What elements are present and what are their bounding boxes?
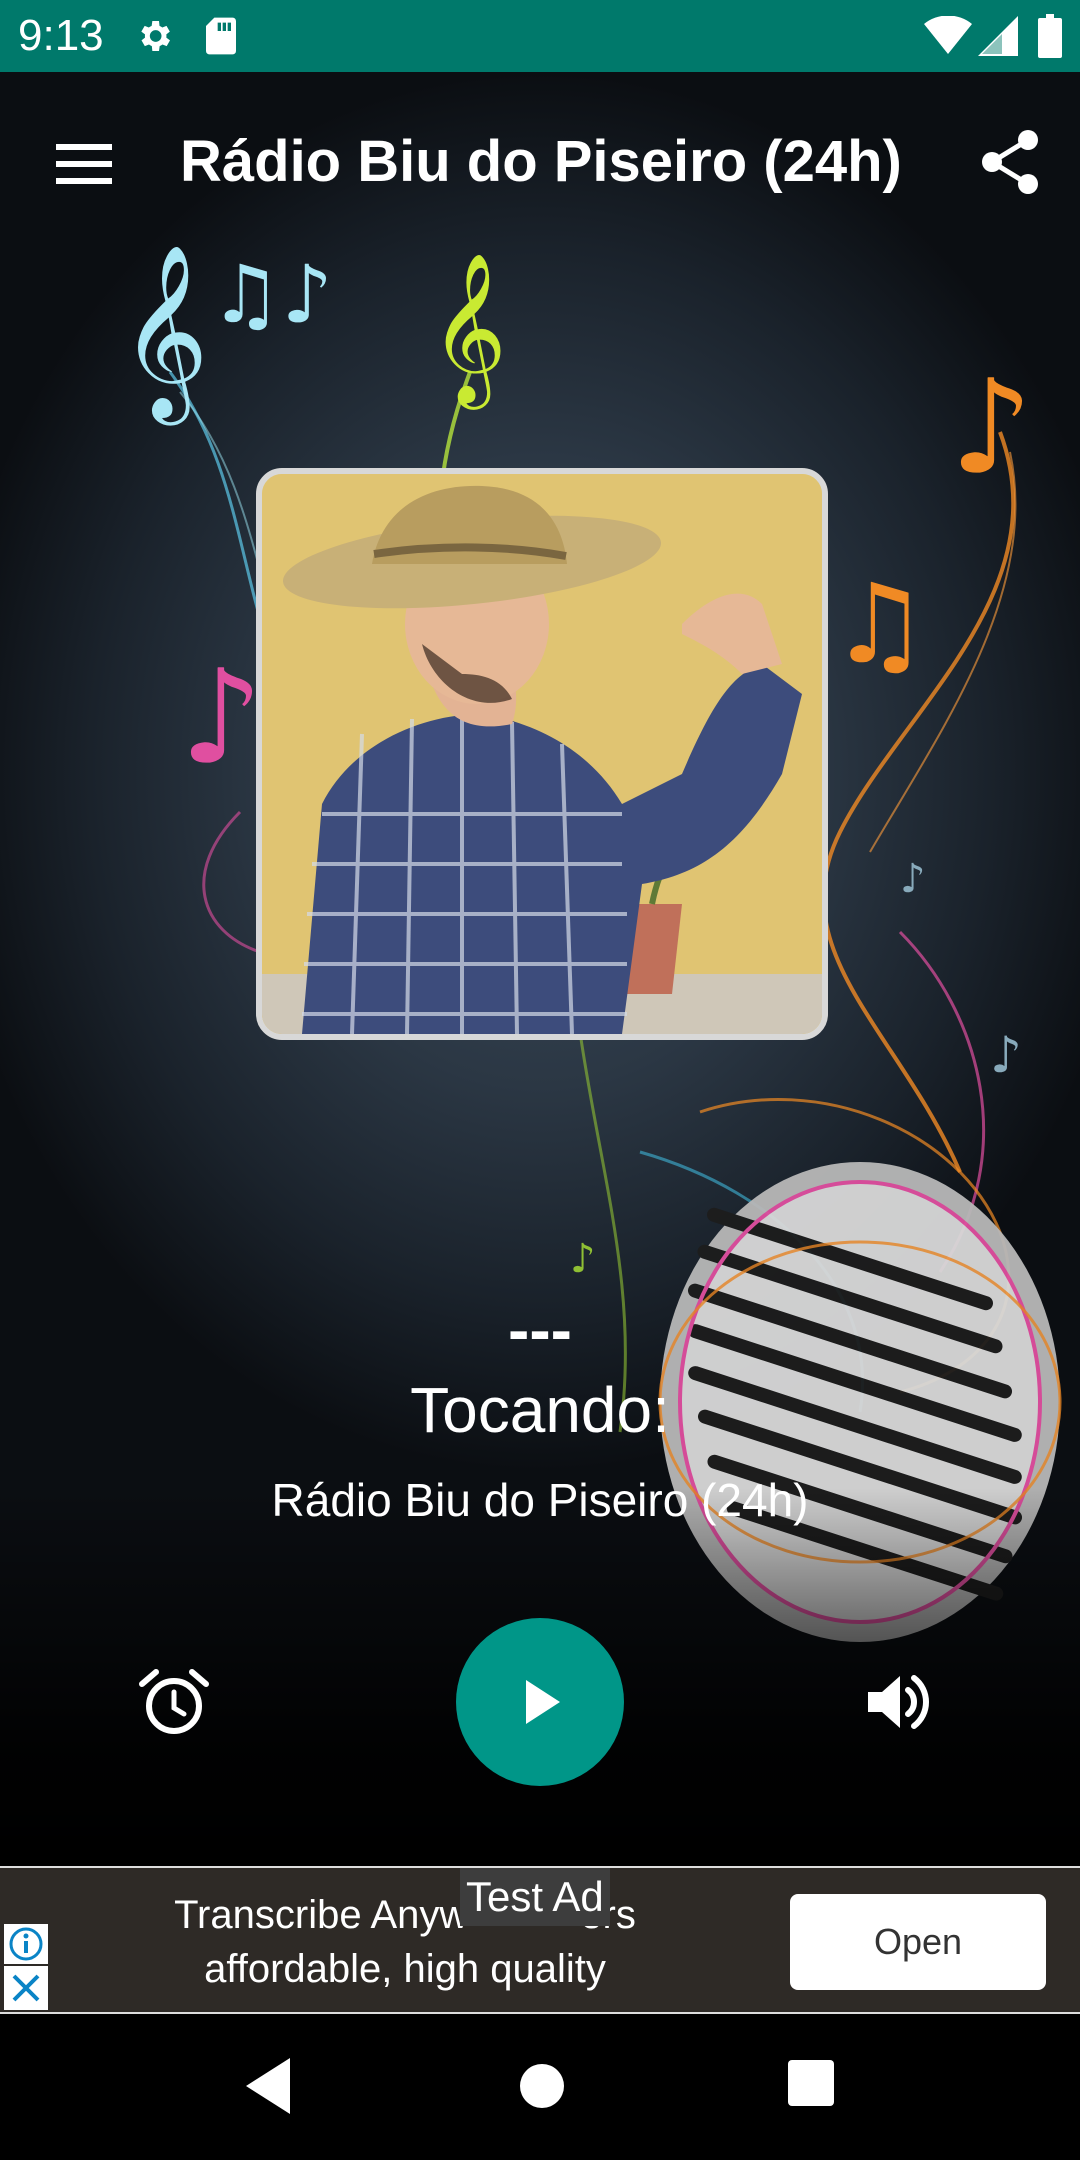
app-title: Rádio Biu do Piseiro (24h) xyxy=(180,129,902,194)
system-nav-bar xyxy=(0,2014,1080,2160)
recents-icon[interactable] xyxy=(786,2058,836,2108)
station-name: Rádio Biu do Piseiro (24h) xyxy=(271,1474,809,1526)
play-icon xyxy=(526,1680,560,1724)
signal-icon xyxy=(978,16,1018,56)
gear-icon xyxy=(141,21,170,51)
info-icon[interactable] xyxy=(4,1924,48,1964)
share-icon[interactable] xyxy=(970,122,1050,202)
ad-text-line1: Transcribe Anyw xyxy=(174,1893,469,1937)
svg-text:♪: ♪ xyxy=(180,641,263,793)
close-icon[interactable] xyxy=(4,1966,48,2010)
artist-photo xyxy=(262,474,822,1034)
svg-text:♪: ♪ xyxy=(950,351,1033,503)
app-toolbar: Rádio Biu do Piseiro (24h) xyxy=(0,72,1080,242)
back-icon[interactable] xyxy=(240,2054,300,2118)
status-time: 9:13 xyxy=(18,11,104,60)
player-screen: 𝄞 ♫♪ 𝄞 ♪ ♫ ♪ ♪ ♪ ♪ Rádio Biu do Piseiro … xyxy=(0,72,1080,1868)
home-icon[interactable] xyxy=(514,2058,570,2114)
svg-text:♫♪: ♫♪ xyxy=(210,248,333,341)
alarm-clock-icon[interactable] xyxy=(134,1662,214,1742)
play-button[interactable] xyxy=(456,1618,624,1786)
playing-status-label: Tocando: xyxy=(410,1374,670,1446)
svg-text:♪: ♪ xyxy=(900,856,926,902)
ad-open-button[interactable]: Open xyxy=(790,1894,1046,1990)
svg-text:♪: ♪ xyxy=(570,1236,596,1282)
sd-card-icon xyxy=(206,17,236,55)
wifi-icon xyxy=(924,16,972,54)
svg-text:𝄞: 𝄞 xyxy=(430,251,507,410)
battery-icon xyxy=(1038,14,1062,58)
svg-text:♫: ♫ xyxy=(830,560,929,688)
status-bar: 9:13 xyxy=(0,0,1080,72)
station-artwork xyxy=(256,468,828,1040)
svg-text:♪: ♪ xyxy=(990,1026,1022,1084)
ad-text: Transcribe Anywers affordable, high qual… xyxy=(60,1888,750,1996)
track-title: --- xyxy=(508,1294,572,1366)
volume-icon[interactable] xyxy=(858,1662,938,1742)
svg-text:𝄞: 𝄞 xyxy=(120,244,209,426)
ad-text-line2: affordable, high quality xyxy=(204,1947,606,1991)
ad-banner[interactable]: Transcribe Anywers affordable, high qual… xyxy=(0,1866,1080,2014)
test-ad-badge: Test Ad xyxy=(460,1868,610,1926)
hamburger-menu-icon[interactable] xyxy=(44,124,124,204)
